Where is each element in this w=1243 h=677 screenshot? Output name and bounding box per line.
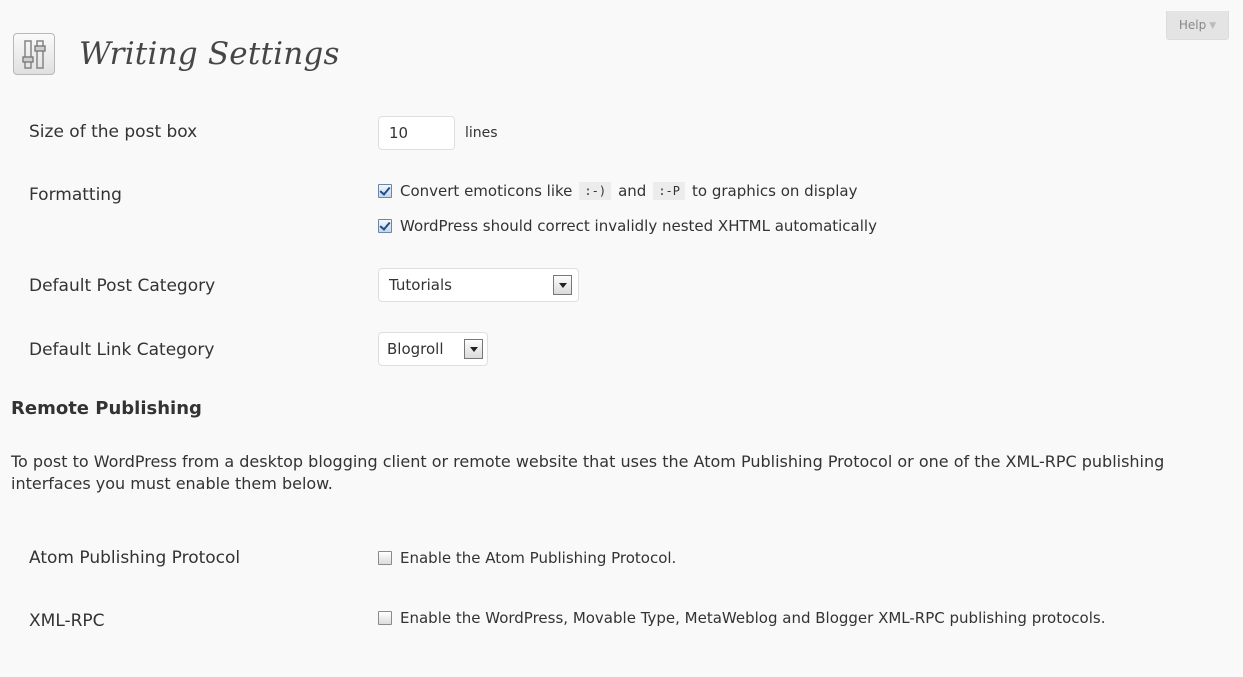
- triangle-down-icon: ▼: [1209, 20, 1217, 31]
- emoticons-text-after: to graphics on display: [692, 182, 858, 200]
- default-post-category-label: Default Post Category: [29, 276, 216, 296]
- settings-sliders-icon: [13, 33, 55, 75]
- default-post-category-value: Tutorials: [389, 276, 452, 294]
- chevron-down-icon[interactable]: [553, 275, 572, 295]
- xmlrpc-option[interactable]: Enable the WordPress, Movable Type, Meta…: [378, 603, 1198, 633]
- atom-protocol-checkbox[interactable]: [378, 551, 392, 565]
- chevron-down-icon[interactable]: [464, 339, 483, 359]
- xhtml-checkbox[interactable]: [378, 219, 392, 233]
- default-link-category-label: Default Link Category: [29, 340, 215, 360]
- post-box-size-label: Size of the post box: [29, 122, 198, 142]
- default-link-category-field: Blogroll: [378, 332, 488, 366]
- emoticons-checkbox[interactable]: [378, 184, 392, 198]
- emoticon-code-tongue: :-P: [653, 182, 685, 200]
- page-title: Writing Settings: [79, 36, 340, 72]
- atom-protocol-option[interactable]: Enable the Atom Publishing Protocol.: [378, 549, 676, 567]
- xmlrpc-label: XML-RPC: [29, 611, 105, 631]
- xhtml-option[interactable]: WordPress should correct invalidly neste…: [378, 217, 877, 235]
- writing-settings-page: Help ▼ Writing Settings Size of the post…: [0, 0, 1243, 677]
- default-post-category-select[interactable]: Tutorials: [378, 268, 579, 302]
- emoticons-text-before: Convert emoticons like: [400, 182, 573, 200]
- post-box-size-input[interactable]: [378, 116, 455, 150]
- default-link-category-value: Blogroll: [387, 340, 444, 358]
- emoticon-code-smile: :-): [579, 182, 612, 200]
- help-tab-button[interactable]: Help ▼: [1166, 11, 1229, 40]
- formatting-label: Formatting: [29, 185, 122, 205]
- page-header: Writing Settings: [13, 33, 340, 75]
- default-post-category-field: Tutorials: [378, 268, 579, 302]
- post-box-unit-label: lines: [465, 125, 498, 141]
- emoticons-option[interactable]: Convert emoticons like :-) and :-P to gr…: [378, 182, 857, 200]
- remote-publishing-heading: Remote Publishing: [11, 398, 202, 419]
- atom-protocol-option-label: Enable the Atom Publishing Protocol.: [400, 549, 677, 567]
- emoticons-text-middle: and: [618, 182, 647, 200]
- xmlrpc-option-label: Enable the WordPress, Movable Type, Meta…: [400, 609, 1106, 627]
- xmlrpc-checkbox[interactable]: [378, 611, 392, 625]
- post-box-size-field: lines: [378, 116, 498, 150]
- remote-publishing-description: To post to WordPress from a desktop blog…: [11, 452, 1165, 493]
- atom-protocol-label: Atom Publishing Protocol: [29, 548, 241, 568]
- default-link-category-select[interactable]: Blogroll: [378, 332, 488, 366]
- help-label: Help: [1178, 18, 1207, 32]
- xhtml-option-label: WordPress should correct invalidly neste…: [400, 217, 877, 235]
